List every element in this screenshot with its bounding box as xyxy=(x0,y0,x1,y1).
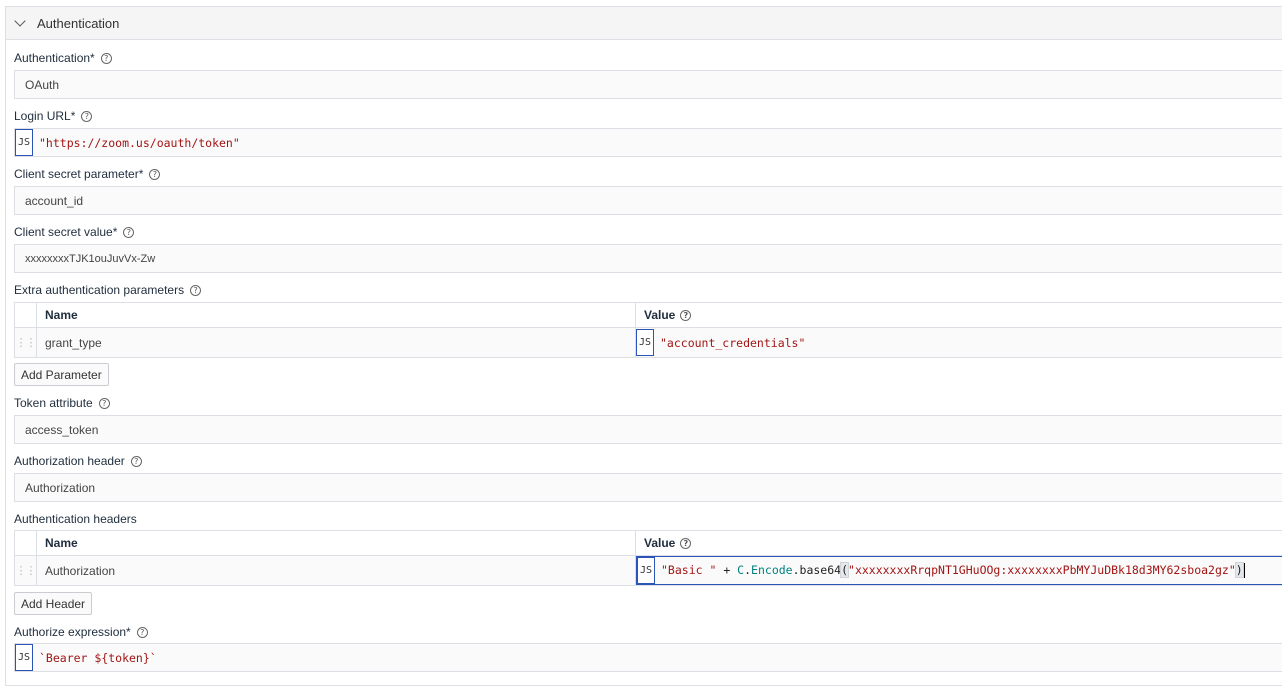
table-header: Name Value ? xyxy=(15,531,1282,556)
extra-params-label: Extra authentication parameters ? xyxy=(14,283,202,297)
header-value-input[interactable]: JS "Basic " + C.Encode.base64("xxxxxxxxR… xyxy=(636,556,1282,585)
table-row: ⋮⋮ Authorization JS "Basic " + C.Encode.… xyxy=(15,556,1282,585)
client-secret-parameter-input[interactable]: account_id xyxy=(14,186,1282,215)
param-name-input[interactable]: grant_type xyxy=(37,328,636,357)
authorize-expression-label: Authorize expression* ? xyxy=(14,625,148,639)
authentication-label: Authentication* ? xyxy=(14,51,112,65)
help-icon[interactable]: ? xyxy=(98,397,110,409)
section-title: Authentication xyxy=(37,15,120,31)
login-url-label: Login URL* ? xyxy=(14,109,93,123)
js-badge[interactable]: JS xyxy=(15,644,33,671)
js-badge[interactable]: JS xyxy=(637,557,655,584)
param-value-input[interactable]: JS "account_credentials" xyxy=(636,328,1282,357)
table-header: Name Value ? xyxy=(15,303,1282,328)
help-icon[interactable]: ? xyxy=(680,537,692,549)
table-row: ⋮⋮ grant_type JS "account_credentials" xyxy=(15,328,1282,357)
column-name: Name xyxy=(37,303,636,327)
client-secret-value-label: Client secret value* ? xyxy=(14,225,135,239)
auth-headers-label: Authentication headers xyxy=(14,512,137,526)
drag-handle-icon[interactable]: ⋮⋮ xyxy=(15,328,37,357)
header-value-code: "Basic " + C.Encode.base64("xxxxxxxxRrqp… xyxy=(661,562,1245,578)
chevron-down-icon[interactable] xyxy=(14,14,26,27)
help-icon[interactable]: ? xyxy=(136,626,148,638)
column-value: Value ? xyxy=(636,531,1282,555)
help-icon[interactable]: ? xyxy=(190,284,202,296)
client-secret-parameter-label: Client secret parameter* ? xyxy=(14,167,161,181)
token-attribute-label: Token attribute ? xyxy=(14,396,110,410)
client-secret-value-input[interactable]: xxxxxxxxTJK1ouJuvVx-Zw xyxy=(14,244,1282,273)
authorize-expression-code: `Bearer ${token}` xyxy=(39,650,157,665)
js-badge[interactable]: JS xyxy=(15,129,33,156)
help-icon[interactable]: ? xyxy=(130,455,142,467)
help-icon[interactable]: ? xyxy=(100,52,112,64)
column-name: Name xyxy=(37,531,636,555)
login-url-input[interactable]: JS "https://zoom.us/oauth/token" xyxy=(14,128,1282,157)
add-parameter-button[interactable]: Add Parameter xyxy=(14,363,109,386)
authorize-expression-input[interactable]: JS `Bearer ${token}` xyxy=(14,643,1282,672)
login-url-code: "https://zoom.us/oauth/token" xyxy=(39,135,240,150)
authorization-header-input[interactable]: Authorization xyxy=(14,473,1282,502)
header-name-input[interactable]: Authorization xyxy=(37,556,636,585)
extra-params-table: Name Value ? ⋮⋮ grant_type JS "account_c… xyxy=(14,302,1282,358)
authorization-header-label: Authorization header ? xyxy=(14,454,142,468)
help-icon[interactable]: ? xyxy=(680,309,692,321)
help-icon[interactable]: ? xyxy=(149,168,161,180)
js-badge[interactable]: JS xyxy=(636,329,654,356)
add-header-button[interactable]: Add Header xyxy=(14,592,93,615)
auth-headers-table: Name Value ? ⋮⋮ Authorization JS "Basic … xyxy=(14,530,1282,586)
help-icon[interactable]: ? xyxy=(123,226,135,238)
authentication-section-header[interactable]: Authentication xyxy=(6,7,1282,40)
authentication-select[interactable]: OAuth xyxy=(14,70,1282,99)
drag-handle-icon[interactable]: ⋮⋮ xyxy=(15,556,37,585)
text-cursor xyxy=(1243,563,1245,578)
token-attribute-input[interactable]: access_token xyxy=(14,415,1282,444)
column-value: Value ? xyxy=(636,303,1282,327)
help-icon[interactable]: ? xyxy=(81,110,93,122)
